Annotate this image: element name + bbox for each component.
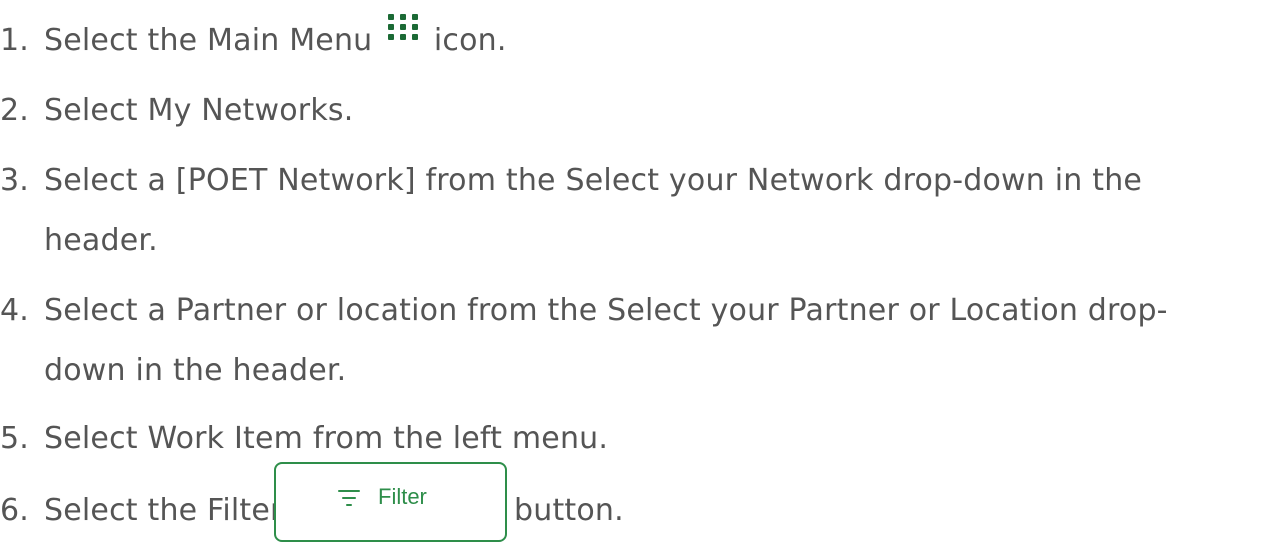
step-6-suffix: button. bbox=[514, 493, 624, 528]
step-text: Select Work Item from the left menu. bbox=[44, 421, 609, 456]
step-text: Select My Networks. bbox=[44, 93, 354, 128]
step-text: Select a Partner or location from the Se… bbox=[44, 293, 1168, 328]
step-3: 3. Select a [POET Network] from the Selec… bbox=[0, 152, 1142, 210]
step-4: 4. Select a Partner or location from the … bbox=[0, 282, 1168, 340]
step-6: 6. Select the Filter bbox=[0, 482, 283, 540]
step-5: 5. Select Work Item from the left menu. bbox=[0, 410, 608, 468]
step-text: Select a [POET Network] from the Select … bbox=[44, 163, 1143, 198]
step-1: 1. Select the Main Menu icon. bbox=[0, 12, 507, 70]
main-menu-grid-icon bbox=[386, 12, 420, 42]
step-number: 1. bbox=[0, 23, 30, 58]
step-number: 2. bbox=[0, 93, 30, 128]
step-text: Select the Filter bbox=[44, 493, 283, 528]
step-number: 3. bbox=[0, 163, 30, 198]
step-number: 4. bbox=[0, 293, 30, 328]
step-number: 5. bbox=[0, 421, 30, 456]
step-text-suffix: icon. bbox=[433, 23, 507, 58]
step-text: Select the Main Menu bbox=[44, 23, 373, 58]
step-2: 2. Select My Networks. bbox=[0, 82, 353, 140]
filter-button-label: Filter bbox=[378, 484, 427, 509]
filter-icon bbox=[338, 490, 360, 508]
step-4-continuation: down in the header. bbox=[44, 353, 347, 388]
step-3-continuation: header. bbox=[44, 223, 158, 258]
filter-button[interactable]: Filter bbox=[274, 462, 507, 542]
step-number: 6. bbox=[0, 493, 30, 528]
